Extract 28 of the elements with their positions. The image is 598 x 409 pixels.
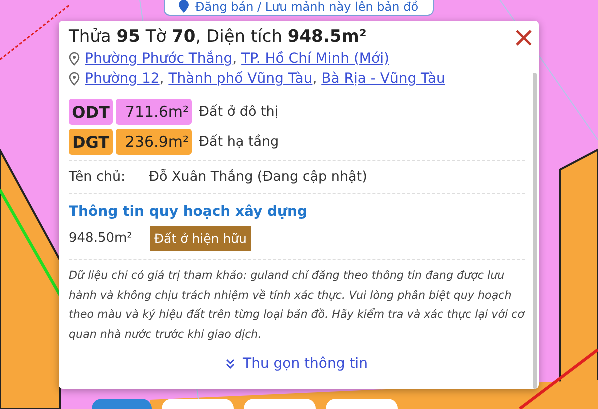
- section-heading: Thông tin quy hoạch xây dựng: [69, 204, 309, 220]
- planning-area: 948.50m²: [69, 231, 132, 246]
- land-code-badge: ODT: [69, 99, 113, 125]
- address-link[interactable]: Phường 12: [85, 71, 160, 87]
- location-pin-icon: [69, 72, 80, 86]
- address-link[interactable]: Phường Phước Thắng: [85, 51, 233, 67]
- double-chevron-icon: [226, 359, 236, 369]
- save-to-map-button[interactable]: Đăng bán / Lưu mảnh này lên bản đồ: [164, 0, 434, 16]
- location-pin-icon: [69, 52, 80, 66]
- land-type-tag: Đất ở hiện hữu: [150, 226, 251, 251]
- land-area-badge: 236.9m²: [116, 129, 192, 155]
- address-link[interactable]: TP. Hồ Chí Minh (Mới): [242, 51, 390, 67]
- collapse-link[interactable]: Thu gọn thông tin: [226, 356, 368, 372]
- land-use-label: Đất hạ tầng: [199, 134, 280, 150]
- owner-label: Tên chủ:: [69, 169, 127, 185]
- land-use-label: Đất ở đô thị: [199, 104, 279, 120]
- address-link[interactable]: Bà Rịa - Vũng Tàu: [322, 71, 446, 87]
- land-area-badge: 711.6m²: [116, 99, 192, 125]
- location-pin-icon: [179, 0, 190, 13]
- address-link[interactable]: Thành phố Vũng Tàu: [168, 71, 313, 87]
- close-icon[interactable]: [515, 29, 533, 47]
- scrollbar[interactable]: [533, 73, 537, 389]
- disclaimer-text: Dữ liệu chỉ có giá trị tham khảo: guland chỉ đăng theo thông tin đang được lưu hành và không chịu trách nhiệm về tính xác thực. Vui lòng phân biệt quy hoạch theo màu và ký hiệu đất trên từng loại bản đồ. Hãy kiểm tra và xác thực lại với cơ quan nhà nước trước khi giao dịch.: [69, 259, 525, 344]
- land-code-badge: DGT: [69, 129, 113, 155]
- address-line: Phường Phước Thắng, TP. Hồ Chí Minh (Mới): [85, 51, 390, 67]
- parcel-title: Thửa 95 Tờ 70, Diện tích 948.5m²: [69, 27, 367, 47]
- address-line: Phường 12, Thành phố Vũng Tàu, Bà Rịa - Vũng Tàu: [85, 71, 446, 87]
- owner-name: Đỗ Xuân Thắng (Đang cập nhật): [149, 169, 368, 185]
